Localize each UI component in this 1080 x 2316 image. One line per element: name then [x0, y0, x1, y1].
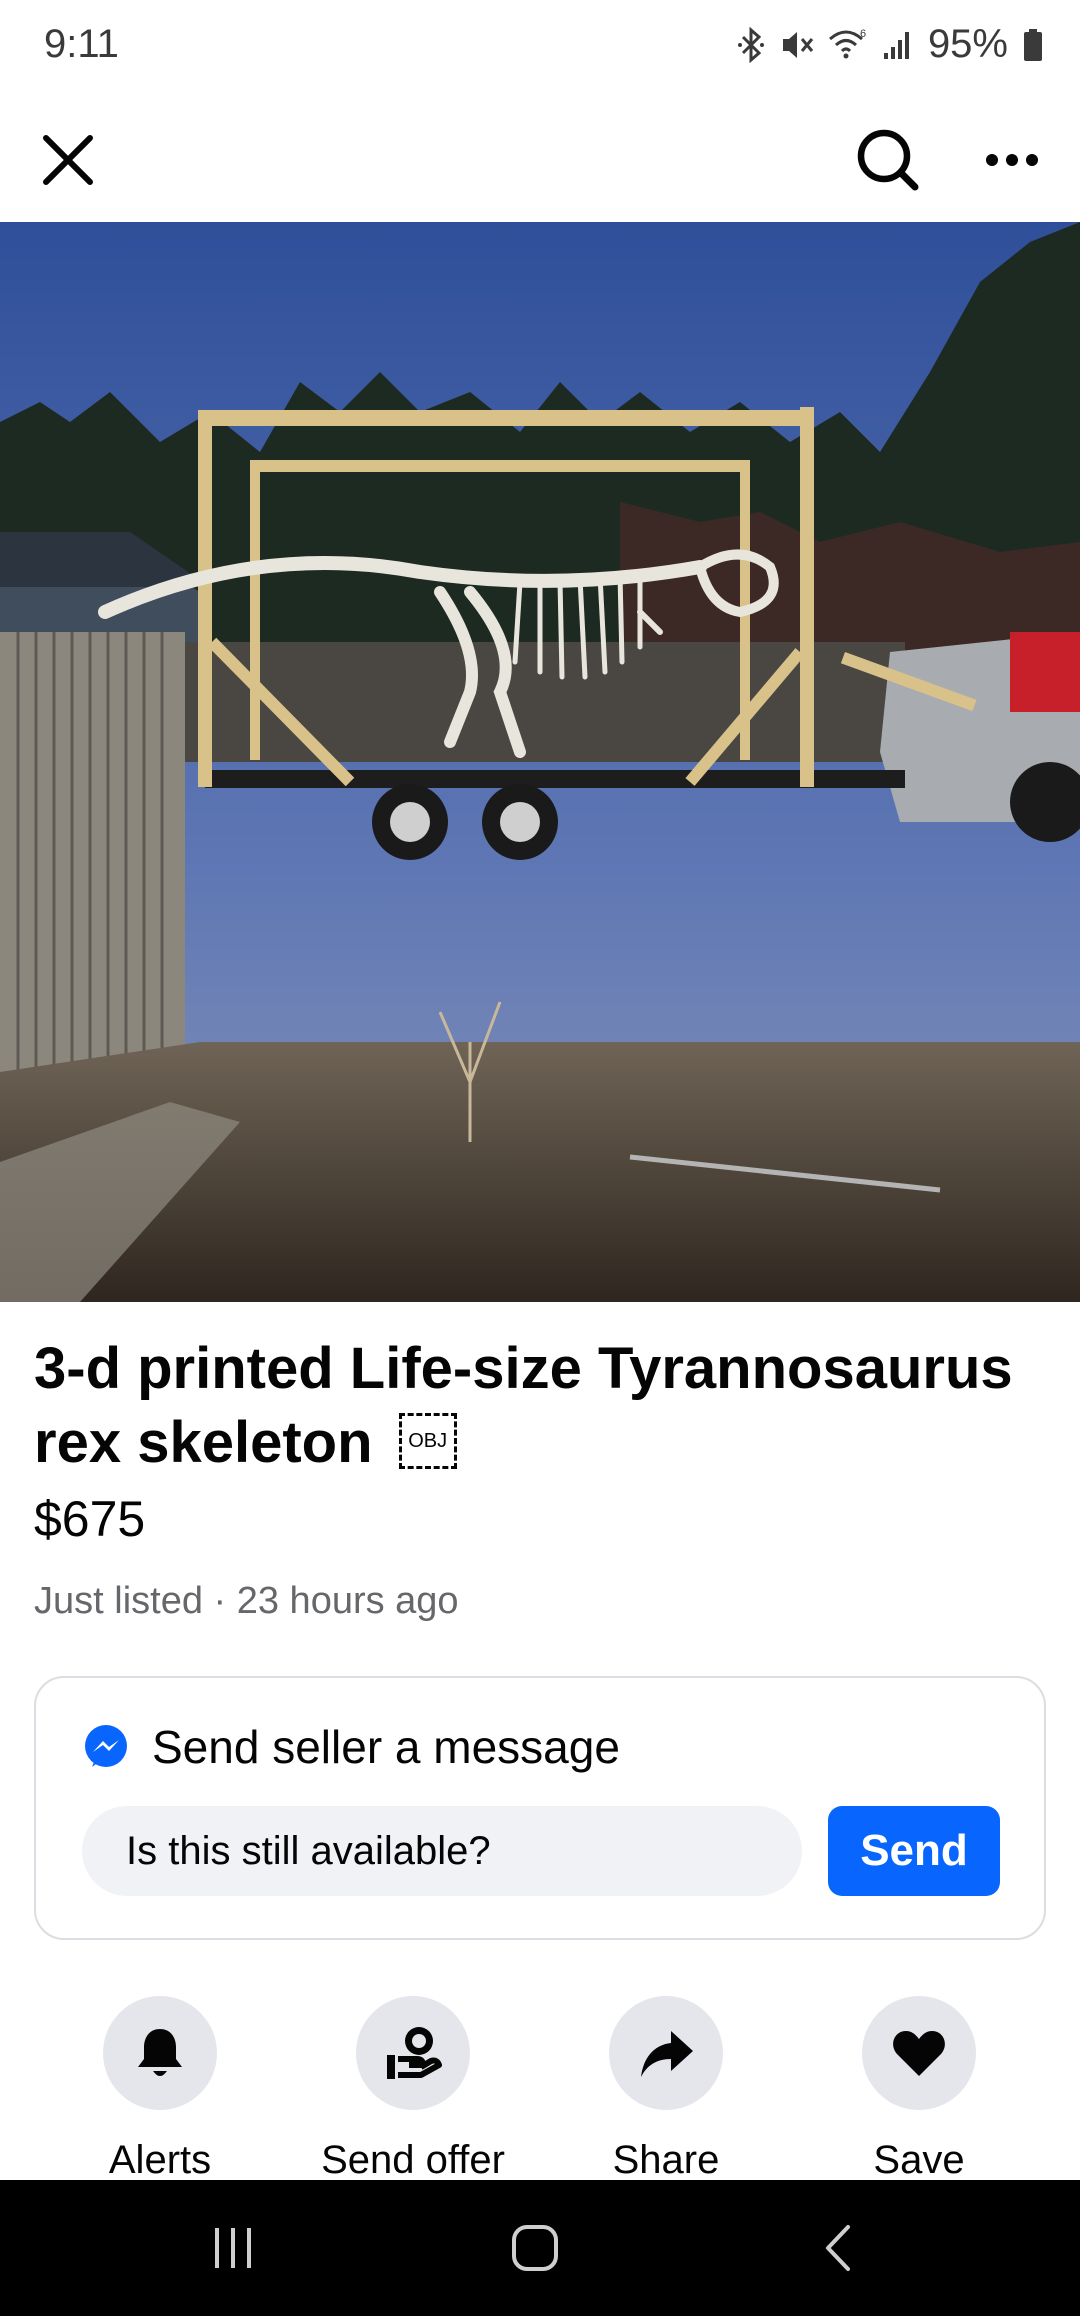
offer-icon: [387, 2027, 442, 2079]
send-offer-button[interactable]: Send offer: [293, 1996, 533, 2183]
bell-icon: [138, 2029, 182, 2076]
close-button[interactable]: [18, 110, 118, 210]
mute-icon: [780, 27, 814, 63]
alerts-circle: [103, 1996, 217, 2110]
battery-icon: [1022, 27, 1044, 63]
signal-icon: [882, 27, 914, 63]
bluetooth-icon: [736, 26, 766, 63]
listing-photo[interactable]: [0, 222, 1080, 1302]
save-label: Save: [873, 2138, 965, 2182]
save-button[interactable]: Save: [799, 1996, 1039, 2183]
status-time: 9:11: [44, 22, 119, 66]
message-title: Send seller a message: [152, 1721, 620, 1773]
status-icons: 6 95%: [736, 22, 1044, 67]
home-button[interactable]: [475, 2208, 595, 2288]
status-bar: 9:11 6 95%: [0, 0, 1080, 90]
system-nav-bar: [0, 2180, 1080, 2316]
alerts-button[interactable]: Alerts: [40, 1996, 280, 2183]
top-nav: [0, 100, 1080, 220]
heart-icon: [893, 2031, 945, 2076]
recent-apps-button[interactable]: [173, 2208, 293, 2288]
search-button[interactable]: [838, 110, 938, 210]
alerts-label: Alerts: [108, 2138, 212, 2182]
send-button[interactable]: Send: [828, 1806, 1000, 1896]
search-icon: [857, 129, 919, 191]
listing-title-block: 3-d printed Life-size Tyrannosaurus rex …: [34, 1332, 1044, 1480]
share-circle: [609, 1996, 723, 2110]
action-row: Alerts Send offer Share Save: [0, 1996, 1080, 2182]
message-input[interactable]: [82, 1806, 802, 1896]
save-circle: [862, 1996, 976, 2110]
send-offer-circle: [356, 1996, 470, 2110]
close-icon: [43, 135, 93, 185]
obj-placeholder-glyph: OBJ: [398, 1412, 457, 1469]
listing-price: $675: [34, 1491, 146, 1547]
battery-percent: 95%: [927, 22, 1008, 66]
message-header: Send seller a message: [82, 1720, 620, 1774]
recent-apps-icon: [215, 2228, 251, 2268]
more-options-button[interactable]: [962, 110, 1062, 210]
share-icon: [641, 2031, 693, 2077]
wifi-icon: 6: [828, 27, 868, 63]
listing-time: Just listed · 23 hours ago: [34, 1580, 459, 1622]
back-icon: [826, 2225, 850, 2271]
listing-title: 3-d printed Life-size Tyrannosaurus rex …: [34, 1336, 1013, 1475]
more-icon: [986, 154, 1038, 166]
share-label: Share: [612, 2138, 720, 2182]
svg-text:6: 6: [860, 28, 866, 40]
back-button[interactable]: [778, 2208, 898, 2288]
share-button[interactable]: Share: [546, 1996, 786, 2183]
home-icon: [512, 2225, 558, 2271]
send-offer-label: Send offer: [321, 2138, 505, 2182]
messenger-icon: [85, 1725, 127, 1767]
listing-photo-image: [0, 222, 1080, 1302]
message-card: Send seller a message Send: [34, 1676, 1046, 1940]
